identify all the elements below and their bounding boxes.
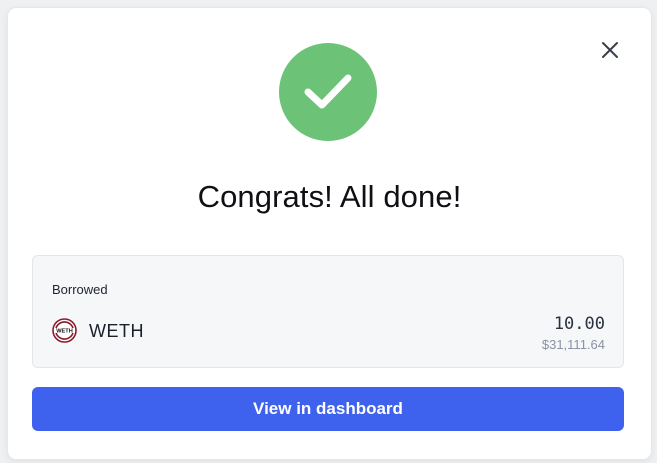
weth-token-icon: WETH [52,318,77,343]
modal-title: Congrats! All done! [197,179,462,214]
borrowed-amount-usd: $31,111.64 [541,337,605,352]
token-symbol: WETH [89,321,144,341]
checkmark-icon [304,74,352,109]
close-button[interactable] [597,37,623,63]
view-in-dashboard-button[interactable]: View in dashboard [32,387,624,431]
success-badge [279,43,377,141]
summary-label: Borrowed [52,282,108,297]
weth-icon-text: WETH [56,329,72,335]
borrow-summary-card: Borrowed WETH WETH 10.00 $31,111.64 [32,255,624,368]
success-modal: Congrats! All done! Borrowed WETH WETH 1… [8,8,651,459]
close-icon [602,42,618,58]
borrowed-amount: 10.00 [553,314,605,334]
